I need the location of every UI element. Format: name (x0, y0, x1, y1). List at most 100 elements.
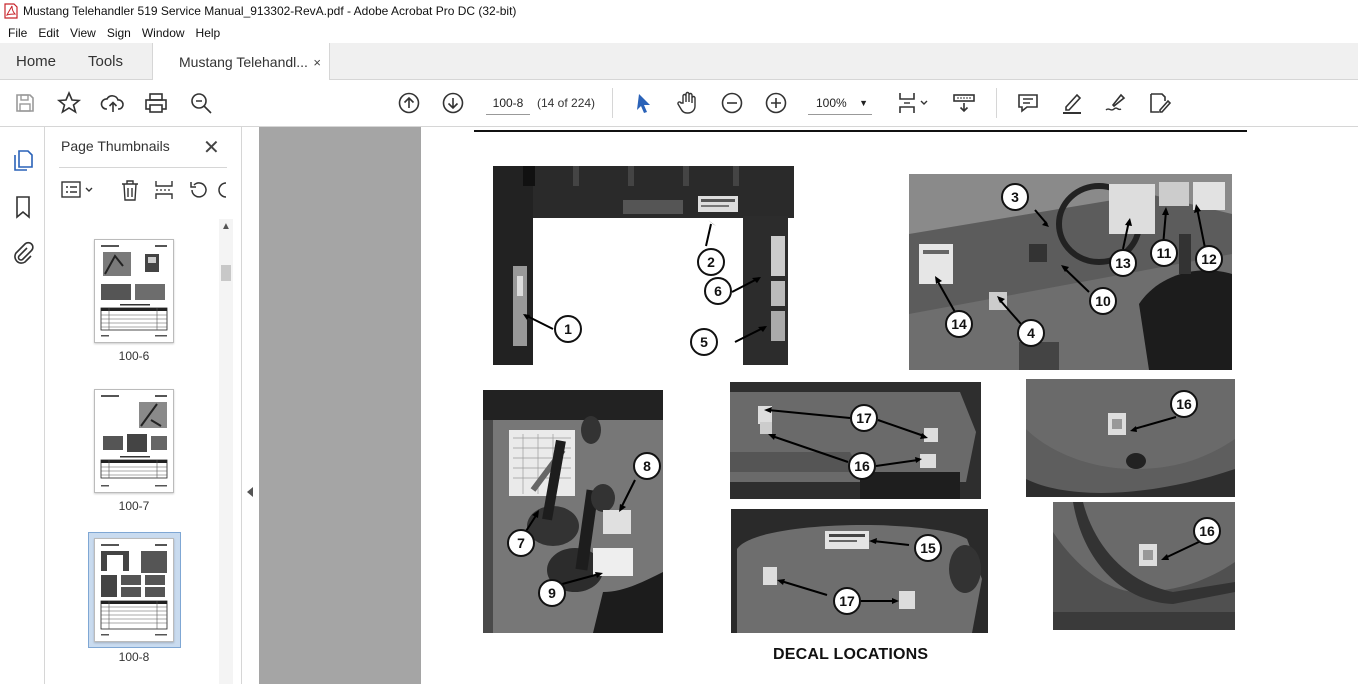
thumbnail-scrollbar[interactable]: ▲ (219, 219, 233, 684)
thumbnail-preview (100, 544, 168, 636)
previous-page-icon[interactable] (396, 90, 422, 116)
callout-8: 8 (633, 452, 661, 480)
hand-tool-icon[interactable] (675, 90, 701, 116)
fill-sign-icon[interactable] (1147, 90, 1173, 116)
callout-11: 11 (1150, 239, 1178, 267)
page-count-label: (14 of 224) (537, 96, 596, 110)
photo-boom-lower: 15 17 (731, 509, 988, 633)
menu-help[interactable]: Help (196, 26, 221, 40)
print-icon[interactable] (143, 90, 169, 116)
main-toolbar: 100-8 (14 of 224) 100% ▼ (0, 80, 1358, 127)
tab-bar: Home Tools Mustang Telehandl... × (0, 43, 1358, 81)
callout-13: 13 (1109, 249, 1137, 277)
collapse-arrow-icon (247, 487, 253, 497)
thumbnail-page-100-6[interactable] (94, 239, 174, 343)
callout-3: 3 (1001, 183, 1029, 211)
callout-16: 16 (1170, 390, 1198, 418)
scrollbar-thumb[interactable] (221, 265, 231, 281)
document-viewport[interactable]: 1 2 6 5 3 13 11 12 10 4 14 7 8 9 17 16 1… (259, 127, 1358, 684)
page-thumbnails-icon[interactable] (10, 147, 36, 173)
menu-sign[interactable]: Sign (107, 26, 131, 40)
zoom-out-icon[interactable] (719, 90, 745, 116)
toolbar-divider (996, 88, 997, 118)
close-panel-icon[interactable]: ✕ (203, 135, 220, 160)
menu-window[interactable]: Window (142, 26, 185, 40)
tab-document-label: Mustang Telehandl... (179, 54, 308, 70)
photo-fender-lower: 16 (1053, 502, 1235, 630)
callout-12: 12 (1195, 245, 1223, 273)
window-title: Mustang Telehandler 519 Service Manual_9… (23, 4, 517, 18)
callout-9: 9 (538, 579, 566, 607)
photo-joystick: 7 8 9 (483, 390, 663, 633)
zoom-search-icon[interactable] (188, 90, 214, 116)
highlight-pen-icon[interactable] (1059, 90, 1085, 116)
attachments-paperclip-icon[interactable] (10, 240, 36, 266)
bookmark-star-icon[interactable] (56, 90, 82, 116)
callout-1: 1 (554, 315, 582, 343)
draw-sign-icon[interactable] (1103, 90, 1129, 116)
scroll-up-icon[interactable]: ▲ (221, 221, 231, 232)
photo-fork-frame: 1 2 6 5 (493, 166, 794, 365)
callout-14: 14 (945, 310, 973, 338)
thumbnail-page-100-8[interactable] (94, 538, 174, 642)
panel-title: Page Thumbnails (61, 138, 170, 154)
callout-16: 16 (848, 452, 876, 480)
photo-cab-interior: 3 13 11 12 10 4 14 (909, 174, 1232, 370)
thumbnail-label: 100-6 (118, 349, 150, 363)
tab-document[interactable]: Mustang Telehandl... × (152, 43, 330, 81)
zoom-level-value: 100% (816, 96, 847, 110)
zoom-level-select[interactable]: 100% ▼ (808, 91, 872, 115)
thumbnail-preview (100, 245, 168, 337)
callout-6: 6 (704, 277, 732, 305)
panel-divider (59, 167, 227, 168)
page-layout-icon[interactable] (896, 90, 932, 116)
share-cloud-icon[interactable] (100, 90, 126, 116)
thumbnail-tools (59, 177, 227, 203)
close-tab-icon[interactable]: × (313, 55, 321, 70)
bookmarks-icon[interactable] (10, 194, 36, 220)
callout-17: 17 (850, 404, 878, 432)
callout-16: 16 (1193, 517, 1221, 545)
photo-boom-side: 17 16 (730, 382, 981, 499)
extract-page-icon[interactable] (153, 178, 175, 202)
thumbnail-page-100-7[interactable] (94, 389, 174, 493)
callout-2: 2 (697, 248, 725, 276)
tab-tools[interactable]: Tools (88, 43, 123, 80)
chevron-down-icon: ▼ (859, 98, 868, 108)
zoom-in-icon[interactable] (763, 90, 789, 116)
acrobat-app-icon (4, 3, 18, 19)
delete-page-icon[interactable] (119, 178, 141, 202)
tab-home[interactable]: Home (16, 43, 56, 80)
panel-collapse-handle[interactable] (241, 127, 259, 684)
comment-icon[interactable] (1015, 90, 1041, 116)
menu-view[interactable]: View (70, 26, 96, 40)
photo-fender-upper: 16 (1026, 379, 1235, 497)
callout-15: 15 (914, 534, 942, 562)
menu-bar: File Edit View Sign Window Help (0, 22, 1358, 43)
header-rule (474, 130, 1247, 132)
toolbar-divider (612, 88, 613, 118)
thumbnail-label: 100-8 (118, 650, 150, 664)
page-number-input[interactable]: 100-8 (486, 91, 530, 115)
rotate-clockwise-icon[interactable] (217, 179, 227, 201)
next-page-icon[interactable] (440, 90, 466, 116)
callout-10: 10 (1089, 287, 1117, 315)
callout-5: 5 (690, 328, 718, 356)
rotate-counterclockwise-icon[interactable] (187, 179, 209, 201)
figure-caption: DECAL LOCATIONS (773, 646, 929, 663)
page-thumbnails-panel: Page Thumbnails ✕ 100-6 100-7 100-8 ▲ (45, 127, 241, 684)
menu-file[interactable]: File (8, 26, 27, 40)
callout-4: 4 (1017, 319, 1045, 347)
navigation-rail (0, 127, 45, 684)
menu-edit[interactable]: Edit (38, 26, 59, 40)
thumbnail-options-icon[interactable] (61, 179, 95, 201)
callout-17: 17 (833, 587, 861, 615)
save-icon[interactable] (12, 90, 38, 116)
scroll-mode-icon[interactable] (951, 90, 977, 116)
thumbnail-preview (100, 395, 168, 487)
callout-7: 7 (507, 529, 535, 557)
pdf-page: 1 2 6 5 3 13 11 12 10 4 14 7 8 9 17 16 1… (421, 127, 1358, 684)
thumbnail-label: 100-7 (118, 499, 150, 513)
select-cursor-icon[interactable] (631, 90, 657, 116)
title-bar: Mustang Telehandler 519 Service Manual_9… (0, 0, 1358, 22)
